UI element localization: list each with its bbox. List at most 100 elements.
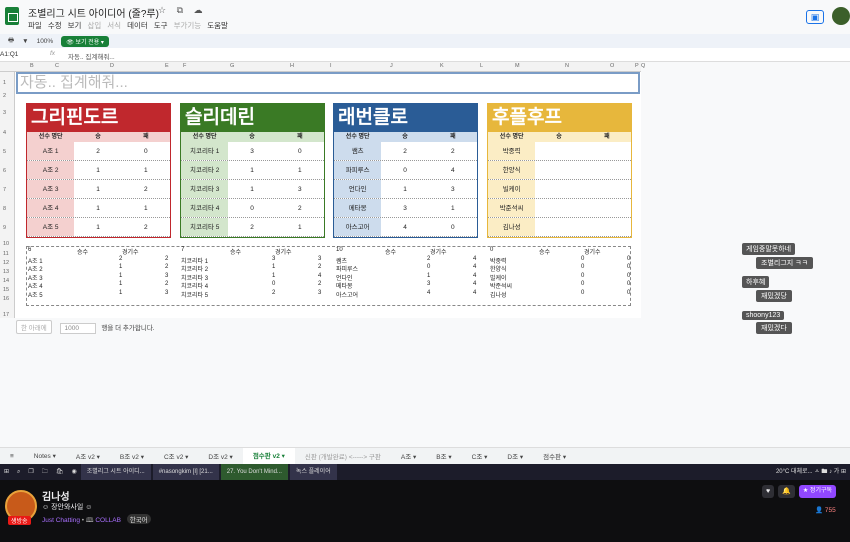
data-wins[interactable]: 0 — [427, 264, 430, 270]
player-name[interactable]: 김나성 — [488, 218, 536, 236]
data-games[interactable]: 3 — [165, 273, 168, 279]
wins-cell[interactable]: 0 — [381, 161, 429, 179]
losses-cell[interactable] — [582, 161, 632, 179]
chrome-icon[interactable]: ◉ — [67, 464, 80, 480]
player-name[interactable]: 치코리타 2 — [181, 161, 229, 179]
losses-cell[interactable]: 0 — [275, 142, 325, 160]
sheet-tab[interactable]: B조 v2 ▾ — [110, 451, 154, 461]
chat-username[interactable]: 하후혜 — [742, 276, 770, 288]
player-name[interactable]: A조 2 — [27, 161, 75, 179]
taskbar-window[interactable]: #nasongkim [I] [21... — [152, 464, 219, 480]
player-name[interactable]: 메타몽 — [334, 199, 382, 217]
task-view-icon[interactable]: ❐ — [24, 464, 37, 480]
menu-item[interactable]: 수정 — [48, 20, 62, 31]
player-name[interactable]: 언다인 — [334, 180, 382, 198]
losses-cell[interactable]: 1 — [275, 218, 325, 236]
row-header[interactable]: 15 — [3, 287, 9, 293]
sheet-tab[interactable]: C조 ▾ — [462, 451, 498, 461]
wins-cell[interactable] — [535, 142, 583, 160]
data-games[interactable]: 3 — [318, 290, 321, 296]
losses-cell[interactable] — [582, 142, 632, 160]
menu-item[interactable]: 도구 — [154, 20, 168, 31]
sheet-tab[interactable]: D조 ▾ — [497, 451, 533, 461]
wins-cell[interactable] — [535, 218, 583, 236]
name-box[interactable]: A1:Q1 — [0, 51, 44, 58]
column-header[interactable]: K — [440, 63, 444, 69]
data-wins[interactable]: 0 — [581, 281, 584, 287]
merged-title-cell[interactable]: 자동.. 집계해줘... — [16, 72, 640, 94]
sheet-tab[interactable]: C조 v2 ▾ — [154, 451, 198, 461]
losses-cell[interactable]: 1 — [275, 161, 325, 179]
losses-cell[interactable]: 3 — [275, 180, 325, 198]
data-wins[interactable]: 1 — [272, 264, 275, 270]
wins-cell[interactable]: 1 — [74, 180, 122, 198]
data-wins[interactable]: 2 — [119, 256, 122, 262]
data-player-name[interactable]: A조 5 — [28, 290, 43, 299]
column-header[interactable]: D — [110, 63, 114, 69]
data-wins[interactable]: 0 — [581, 273, 584, 279]
player-name[interactable]: 아스고어 — [334, 218, 382, 236]
sheet-tab[interactable]: 신판 (개발완료) <-----> 구판 — [295, 451, 391, 461]
row-header[interactable]: 12 — [3, 260, 9, 266]
taskbar-window[interactable]: 27. You Don't Mind... — [220, 464, 288, 480]
wins-cell[interactable]: 2 — [74, 142, 122, 160]
wins-cell[interactable]: 4 — [381, 218, 429, 236]
row-header[interactable]: 3 — [3, 110, 6, 116]
data-wins[interactable]: 1 — [119, 290, 122, 296]
column-header[interactable]: B — [30, 63, 34, 69]
data-wins[interactable]: 0 — [272, 281, 275, 287]
row-header[interactable]: 14 — [3, 278, 9, 284]
data-games[interactable]: 4 — [473, 264, 476, 270]
data-wins[interactable]: 1 — [119, 281, 122, 287]
data-wins[interactable]: 1 — [427, 273, 430, 279]
wins-cell[interactable]: 1 — [74, 199, 122, 217]
data-games[interactable]: 2 — [165, 281, 168, 287]
data-games[interactable]: 4 — [473, 290, 476, 296]
column-header[interactable]: L — [480, 63, 483, 69]
player-name[interactable]: A조 3 — [27, 180, 75, 198]
data-wins[interactable]: 1 — [272, 273, 275, 279]
sheets-logo-icon[interactable] — [5, 7, 19, 25]
zoom-select[interactable]: 100% — [37, 38, 54, 45]
data-games[interactable]: 2 — [318, 281, 321, 287]
data-games[interactable]: 0 — [627, 281, 630, 287]
player-name[interactable]: 빌케이 — [488, 180, 536, 198]
losses-cell[interactable]: 0 — [121, 142, 171, 160]
sheet-tab[interactable]: A조 ▾ — [391, 451, 426, 461]
data-games[interactable]: 3 — [165, 290, 168, 296]
weather-text[interactable]: 20°C 대체로... — [776, 469, 813, 475]
data-wins[interactable]: 1 — [119, 273, 122, 279]
data-wins[interactable]: 3 — [427, 281, 430, 287]
data-games[interactable]: 4 — [473, 273, 476, 279]
wins-cell[interactable] — [535, 161, 583, 179]
row-header[interactable]: 9 — [3, 225, 6, 231]
explorer-icon[interactable]: 🗀 — [38, 464, 52, 480]
wins-cell[interactable]: 3 — [228, 142, 276, 160]
filter-icon[interactable]: ▼ — [22, 38, 28, 45]
column-header[interactable]: G — [230, 63, 234, 69]
sheet-tab[interactable]: 점수판 ▾ — [533, 451, 576, 461]
add-rows-button[interactable]: 한 아래에 — [16, 320, 52, 334]
doc-title[interactable]: 조별리그 시트 아이디어 (줄?루) — [28, 5, 159, 20]
player-name[interactable]: 박준석씨 — [488, 199, 536, 217]
streamer-name[interactable]: 김나성 — [42, 488, 70, 503]
wins-cell[interactable]: 1 — [74, 218, 122, 236]
row-header[interactable]: 4 — [3, 130, 6, 136]
sheet-tab[interactable]: 점수판 v2 ▾ — [242, 447, 295, 465]
column-header[interactable]: I — [330, 63, 332, 69]
wins-cell[interactable] — [535, 180, 583, 198]
sheet-tab[interactable]: D조 v2 ▾ — [198, 451, 242, 461]
collab-link[interactable]: COLLAB — [95, 517, 121, 524]
player-name[interactable]: 쌤츠 — [334, 142, 382, 160]
tray-icons[interactable]: ㅅ 🖿 ♪ 가 ⊞ — [814, 469, 846, 475]
follow-heart-button[interactable]: ♥ — [762, 485, 775, 498]
player-name[interactable]: 치코리타 5 — [181, 218, 229, 236]
column-header[interactable]: J — [390, 63, 393, 69]
row-header[interactable]: 13 — [3, 269, 9, 275]
wins-cell[interactable] — [535, 199, 583, 217]
data-games[interactable]: 2 — [318, 264, 321, 270]
chat-username[interactable]: shoony123 — [742, 311, 785, 320]
data-games[interactable]: 3 — [318, 256, 321, 262]
store-icon[interactable]: 🛍 — [52, 464, 68, 480]
losses-cell[interactable]: 1 — [121, 161, 171, 179]
